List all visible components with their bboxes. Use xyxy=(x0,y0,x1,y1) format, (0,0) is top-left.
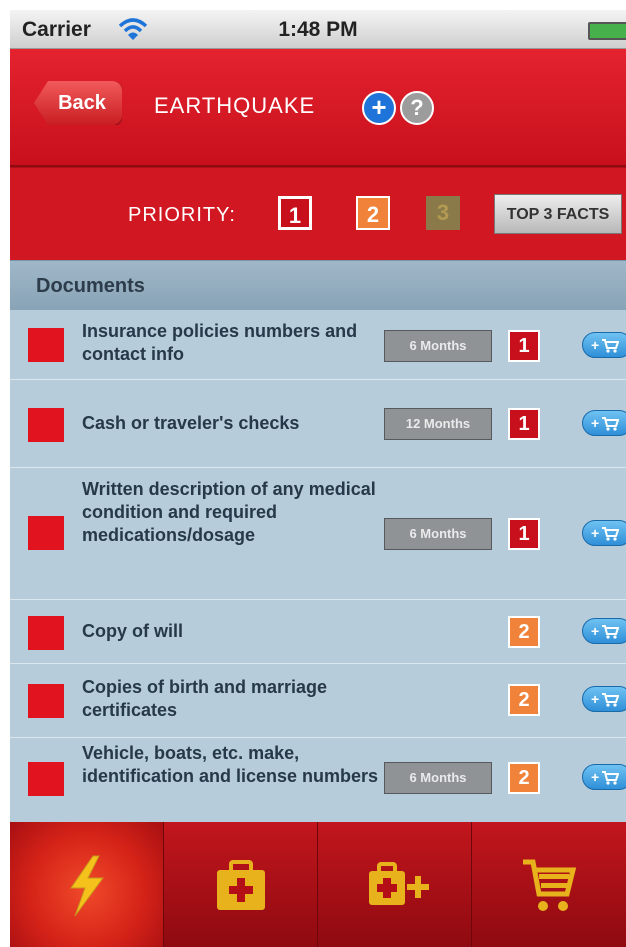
cart-icon xyxy=(602,417,620,431)
priority-label: PRIORITY: xyxy=(128,204,236,226)
priority-2-button[interactable]: 2 xyxy=(356,196,390,230)
priority-1-button[interactable]: 1 xyxy=(278,196,312,230)
cart-icon xyxy=(602,339,620,353)
add-circle-icon[interactable]: + xyxy=(362,91,396,125)
cart-icon xyxy=(602,625,620,639)
tab-cart[interactable] xyxy=(472,822,626,947)
priority-badge: 1 xyxy=(508,518,540,550)
list-item[interactable]: Copies of birth and marriage certificate… xyxy=(10,664,626,738)
priority-badge: 2 xyxy=(508,616,540,648)
item-text: Cash or traveler's checks xyxy=(82,413,300,433)
add-to-cart-button[interactable]: + xyxy=(582,520,626,546)
priority-bar: PRIORITY: 1 2 3 TOP 3 FACTS xyxy=(10,167,626,260)
cart-icon xyxy=(523,859,577,911)
top-3-facts-button[interactable]: TOP 3 FACTS xyxy=(494,194,622,234)
item-text: Insurance policies numbers and contact i… xyxy=(82,321,358,364)
item-text: Written description of any medical condi… xyxy=(82,479,376,545)
battery-icon xyxy=(588,22,626,40)
add-to-cart-button[interactable]: + xyxy=(582,686,626,712)
back-button[interactable]: Back xyxy=(34,81,122,125)
tab-bar xyxy=(10,822,626,947)
add-to-cart-button[interactable]: + xyxy=(582,764,626,790)
first-aid-kit-icon xyxy=(217,860,265,910)
months-badge[interactable]: 6 Months xyxy=(384,330,492,362)
cart-icon xyxy=(602,527,620,541)
status-bar: Carrier 1:48 PM xyxy=(10,10,626,49)
add-to-cart-button[interactable]: + xyxy=(582,332,626,358)
checkbox[interactable] xyxy=(28,762,64,796)
section-title: Documents xyxy=(36,275,145,297)
list-item[interactable]: Insurance policies numbers and contact i… xyxy=(10,310,626,380)
checkbox[interactable] xyxy=(28,408,64,442)
item-list: Insurance policies numbers and contact i… xyxy=(10,310,626,822)
add-to-cart-button[interactable]: + xyxy=(582,618,626,644)
help-icon[interactable]: ? xyxy=(400,91,434,125)
section-header: Documents xyxy=(10,260,626,311)
list-item[interactable]: Copy of will 2 + xyxy=(10,600,626,664)
page-title: EARTHQUAKE xyxy=(154,93,316,118)
priority-badge: 2 xyxy=(508,762,540,794)
checkbox[interactable] xyxy=(28,684,64,718)
item-text: Vehicle, boats, etc. make, identificatio… xyxy=(82,743,379,786)
checkbox[interactable] xyxy=(28,616,64,650)
cart-icon xyxy=(602,771,620,785)
months-badge[interactable]: 6 Months xyxy=(384,762,492,794)
months-badge[interactable]: 6 Months xyxy=(384,518,492,550)
app-screen: Carrier 1:48 PM Back EARTHQUAKE + ? PRIO… xyxy=(10,10,626,947)
list-item[interactable]: Cash or traveler's checks 12 Months 1 + xyxy=(10,380,626,468)
tab-disaster[interactable] xyxy=(10,822,164,947)
item-text: Copies of birth and marriage certificate… xyxy=(82,677,328,720)
checkbox[interactable] xyxy=(28,516,64,550)
list-item[interactable]: Written description of any medical condi… xyxy=(10,468,626,600)
nav-header: Back EARTHQUAKE + ? xyxy=(10,49,626,167)
checkbox[interactable] xyxy=(28,328,64,362)
clock: 1:48 PM xyxy=(278,18,358,41)
months-badge[interactable]: 12 Months xyxy=(384,408,492,440)
add-kit-icon xyxy=(369,862,429,905)
tab-add-kit[interactable] xyxy=(318,822,472,947)
add-to-cart-button[interactable]: + xyxy=(582,410,626,436)
priority-badge: 2 xyxy=(508,684,540,716)
priority-badge: 1 xyxy=(508,408,540,440)
priority-badge: 1 xyxy=(508,330,540,362)
list-item[interactable]: Vehicle, boats, etc. make, identificatio… xyxy=(10,738,626,822)
cart-icon xyxy=(602,693,620,707)
tab-kit[interactable] xyxy=(164,822,318,947)
priority-3-button[interactable]: 3 xyxy=(426,196,460,230)
item-text: Copy of will xyxy=(82,621,183,641)
lightning-icon xyxy=(70,855,104,917)
